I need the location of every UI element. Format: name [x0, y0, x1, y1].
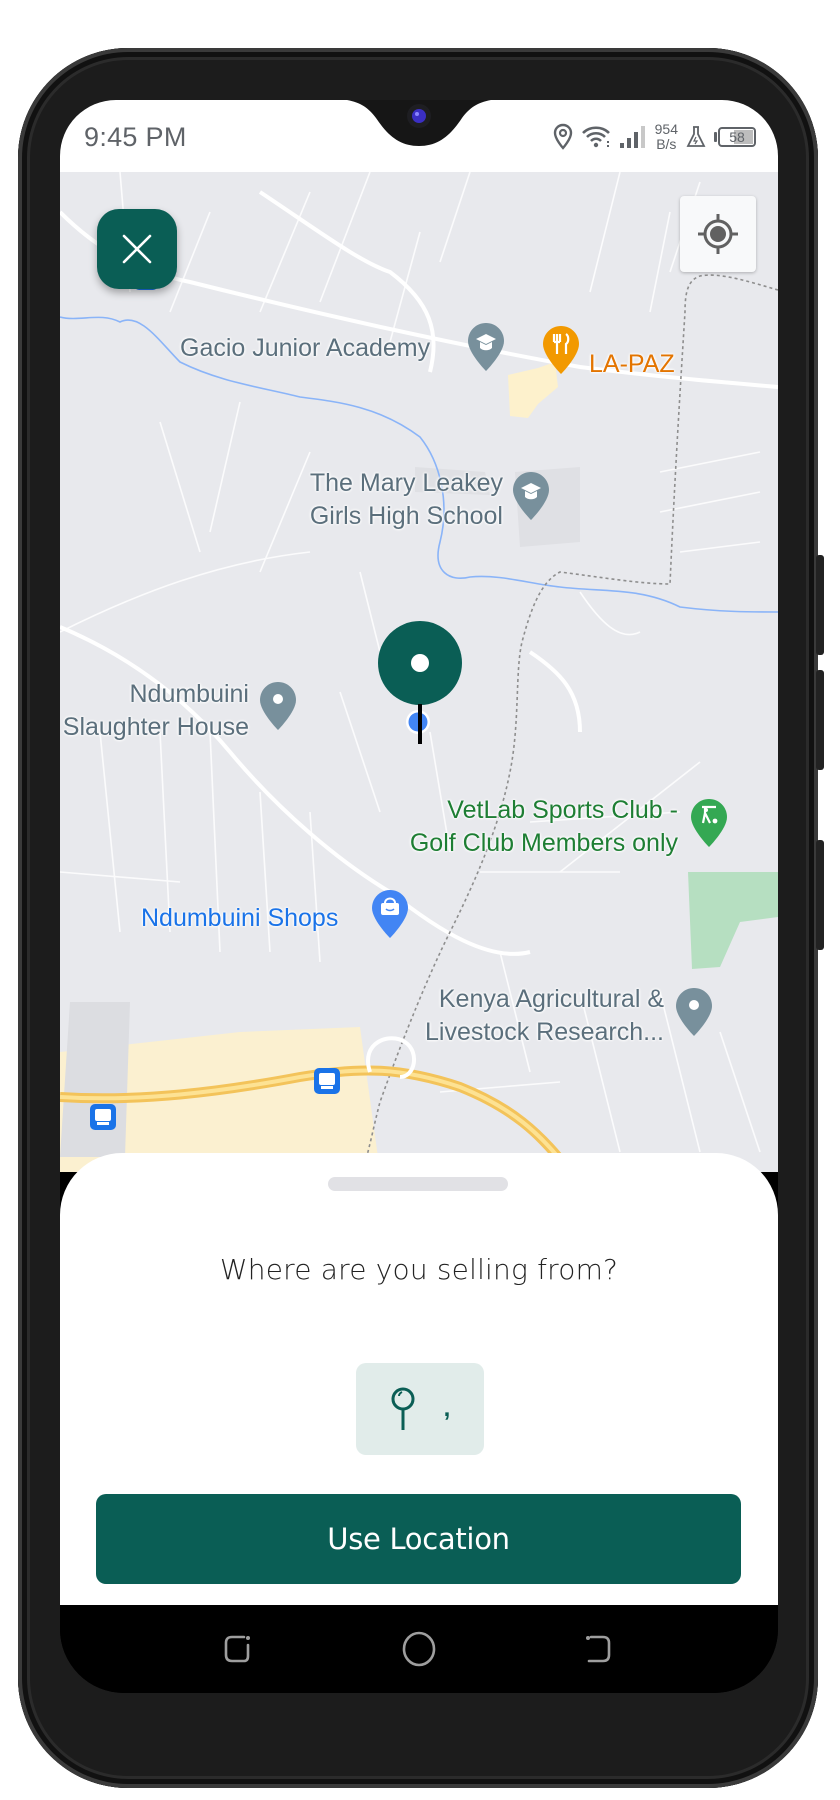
sheet-title: Where are you selling from?: [219, 1253, 619, 1286]
network-speed-value: 954: [654, 121, 678, 137]
school-pin-icon[interactable]: [466, 321, 506, 373]
bus-stop-icon: [90, 1104, 116, 1130]
my-location-button[interactable]: [680, 196, 756, 272]
battery-level: 58: [729, 129, 745, 145]
side-button: [816, 840, 824, 950]
selected-location-pin-icon[interactable]: [377, 620, 463, 746]
battery-icon: 58: [718, 127, 756, 147]
home-icon[interactable]: [397, 1627, 441, 1671]
poi-label-gacio-junior-academy[interactable]: Gacio Junior Academy: [180, 332, 430, 364]
battery-indicator: 58: [714, 127, 756, 147]
poi-label-slaughter-house-line2[interactable]: Slaughter House: [60, 711, 249, 743]
status-bar: 9:45 PM 954 B/s 58: [60, 100, 778, 172]
location-icon: [553, 123, 572, 150]
selected-location-text: ,: [443, 1395, 451, 1422]
poi-label-la-paz[interactable]: LA-PAZ: [589, 348, 675, 380]
battery-tip: [714, 132, 717, 142]
golf-course: [688, 872, 778, 969]
golf-pin-icon[interactable]: [689, 797, 729, 849]
poi-label-kenya-agricultural-line2[interactable]: Livestock Research...: [320, 1016, 664, 1048]
recents-icon[interactable]: [216, 1627, 260, 1671]
shopping-pin-icon[interactable]: [370, 888, 410, 940]
flask-icon: [686, 126, 706, 147]
poi-label-mary-leakey-line1[interactable]: The Mary Leakey: [270, 467, 503, 499]
side-button: [816, 670, 824, 770]
back-icon[interactable]: [577, 1627, 621, 1671]
my-location-icon: [698, 214, 738, 254]
poi-label-ndumbuini-shops[interactable]: Ndumbuini Shops: [141, 902, 338, 934]
status-time: 9:45 PM: [84, 122, 187, 152]
poi-label-mary-leakey-line2[interactable]: Girls High School: [270, 500, 503, 532]
map-pin-icon: [391, 1387, 415, 1430]
school-pin-icon[interactable]: [511, 470, 551, 522]
side-button: [816, 555, 824, 655]
network-speed-unit: B/s: [656, 136, 677, 152]
place-pin-icon[interactable]: [674, 986, 714, 1038]
place-pin-icon[interactable]: [258, 680, 298, 732]
sheet-drag-handle[interactable]: [328, 1177, 508, 1191]
wifi-icon: [581, 126, 610, 148]
close-button[interactable]: [97, 209, 177, 289]
network-speed: 954 B/s: [655, 122, 678, 152]
system-nav-bar: [60, 1605, 778, 1693]
status-icons: 954 B/s 58: [553, 120, 756, 154]
poi-label-vetlab-line1[interactable]: VetLab Sports Club -: [320, 794, 678, 826]
use-location-button[interactable]: Use Location: [96, 1494, 741, 1584]
poi-label-slaughter-house-line1[interactable]: Ndumbuini: [60, 678, 249, 710]
map-view[interactable]: Gacio Junior Academy LA-PAZ The Mary Lea…: [60, 172, 778, 1172]
selected-location-chip: ,: [356, 1363, 484, 1455]
signal-icon: [619, 126, 645, 148]
poi-label-vetlab-line2[interactable]: Golf Club Members only: [320, 827, 678, 859]
close-icon: [122, 234, 152, 264]
location-bottom-sheet: Where are you selling from? , Use Locati…: [60, 1153, 778, 1605]
restaurant-pin-icon[interactable]: [541, 324, 581, 376]
screen: 9:45 PM 954 B/s 58 Gacio Junior Academy …: [60, 100, 778, 1693]
camera-notch: [346, 100, 492, 146]
poi-label-kenya-agricultural-line1[interactable]: Kenya Agricultural &: [320, 983, 664, 1015]
bus-stop-icon: [314, 1068, 340, 1094]
industrial-area: [60, 1002, 130, 1157]
